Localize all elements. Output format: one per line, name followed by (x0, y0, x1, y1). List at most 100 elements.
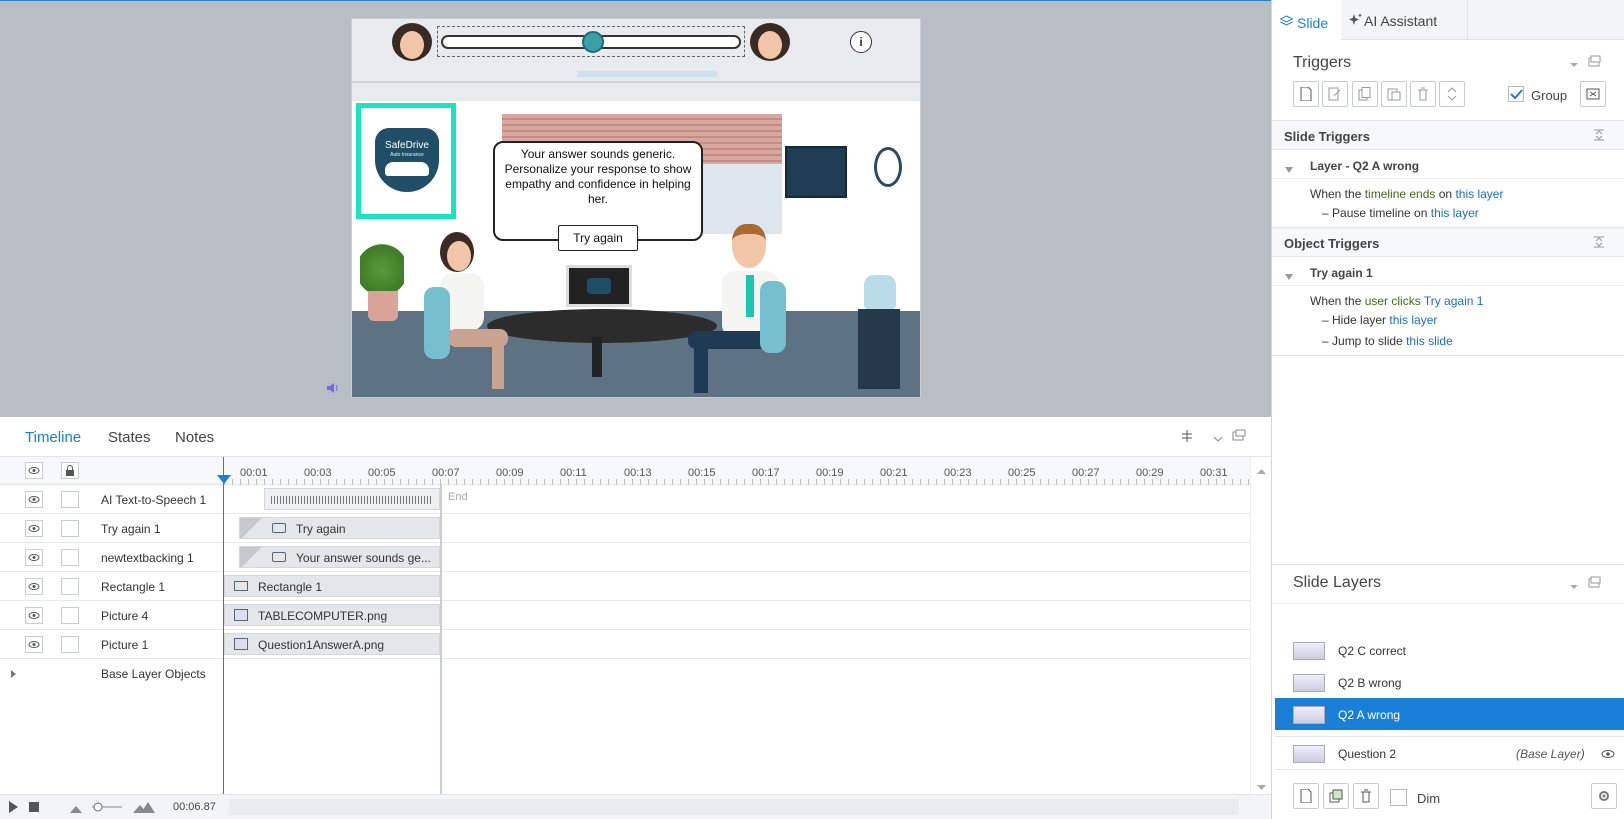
vertical-scrollbar[interactable] (1250, 457, 1271, 794)
layer-settings-button[interactable] (1591, 783, 1617, 809)
table-top (487, 309, 717, 343)
tab-states[interactable]: States (108, 429, 151, 446)
object-bar[interactable]: Rectangle 1 (224, 575, 440, 597)
duplicate-layer-button[interactable] (1323, 783, 1349, 809)
eye-icon[interactable] (25, 578, 43, 595)
base-layer-item[interactable]: Question 2 (Base Layer) (1275, 736, 1624, 770)
ruler-label: 00:03 (304, 467, 332, 479)
audio-waveform-bar[interactable] (264, 488, 440, 510)
try-again-button[interactable]: Try again (558, 225, 638, 251)
delete-layer-button[interactable] (1353, 783, 1379, 809)
slider-thumb[interactable] (582, 31, 604, 53)
play-icon[interactable] (9, 801, 18, 816)
ruler-label: 00:29 (1136, 467, 1164, 479)
timeline-options-icon[interactable] (1180, 429, 1194, 443)
eye-icon[interactable] (25, 549, 43, 566)
layer-trigger-group[interactable]: Layer - Q2 A wrong (1272, 151, 1624, 179)
chevron-down-icon[interactable] (1569, 580, 1579, 594)
collapse-icon[interactable] (1594, 236, 1604, 251)
progress-slider-frame[interactable] (437, 26, 745, 57)
zoom-slider[interactable] (92, 801, 122, 813)
scroll-up-icon[interactable] (1257, 463, 1266, 477)
zoom-out-icon[interactable] (70, 802, 82, 816)
horizontal-scrollbar[interactable] (229, 799, 1239, 815)
eye-icon[interactable] (25, 520, 43, 537)
timeline-row[interactable]: Try again 1 Try again (0, 514, 1250, 543)
time-ruler[interactable]: 00:01 00:03 00:05 00:07 00:09 00:11 00:1… (224, 457, 1250, 485)
new-layer-button[interactable] (1293, 783, 1319, 809)
volume-icon[interactable] (326, 381, 340, 395)
eye-icon[interactable] (25, 607, 43, 624)
end-marker-line[interactable] (440, 485, 442, 794)
car-icon (385, 162, 429, 176)
object-bar[interactable]: Question1AnswerA.png (224, 633, 440, 655)
object-triggers-header[interactable]: Object Triggers (1272, 227, 1624, 257)
chevron-down-icon[interactable] (1285, 162, 1293, 176)
timeline-row[interactable]: Picture 4 TABLECOMPUTER.png (0, 601, 1250, 630)
trigger-action-2[interactable]: – Hide layer this layer (1322, 313, 1437, 327)
chevron-down-icon[interactable] (1213, 432, 1223, 442)
divider (1272, 603, 1624, 604)
lock-toggle[interactable] (61, 607, 79, 624)
trigger-when-2[interactable]: When the user clicks Try again 1 (1310, 294, 1483, 308)
trigger-action-3[interactable]: – Jump to slide this slide (1322, 334, 1453, 348)
trigger-text: When the (1310, 187, 1365, 201)
timeline-row[interactable]: Picture 1 Question1AnswerA.png (0, 630, 1250, 659)
scroll-down-icon[interactable] (1257, 780, 1266, 794)
slide-triggers-header[interactable]: Slide Triggers (1272, 120, 1624, 150)
base-layer-objects-row[interactable]: Base Layer Objects (0, 659, 224, 688)
timeline-row[interactable]: AI Text-to-Speech 1 End (0, 485, 1250, 514)
lock-toggle[interactable] (61, 578, 79, 595)
ruler-label: 00:31 (1200, 467, 1228, 479)
lock-toggle[interactable] (61, 549, 79, 566)
chevron-right-icon[interactable] (10, 668, 18, 678)
undock-icon[interactable] (1588, 55, 1601, 70)
eye-icon[interactable] (25, 462, 43, 479)
new-trigger-button[interactable] (1293, 81, 1319, 107)
lock-toggle[interactable] (61, 491, 79, 508)
dim-checkbox[interactable] (1390, 789, 1407, 806)
object-bar[interactable]: TABLECOMPUTER.png (224, 604, 440, 626)
layer-thumbnail (1293, 674, 1325, 692)
tab-ai-assistant[interactable]: AI Assistant (1342, 0, 1468, 40)
info-button[interactable]: i (850, 31, 872, 53)
lock-icon[interactable] (61, 462, 79, 479)
edit-trigger-button[interactable] (1322, 81, 1348, 107)
eye-icon[interactable] (1601, 748, 1615, 762)
group-checkbox[interactable] (1508, 86, 1524, 102)
chevron-down-icon[interactable] (1285, 269, 1293, 283)
undock-icon[interactable] (1588, 576, 1601, 591)
layer-item-selected[interactable]: Q2 A wrong (1275, 698, 1624, 730)
trigger-when-1[interactable]: When the timeline ends on this layer (1310, 187, 1503, 201)
tab-slide-label: Slide (1297, 15, 1329, 31)
timeline-row[interactable]: newtextbacking 1 Your answer sounds ge..… (0, 543, 1250, 572)
paste-trigger-button[interactable] (1381, 81, 1407, 107)
delete-trigger-button[interactable] (1410, 81, 1436, 107)
collapse-icon[interactable] (1594, 129, 1604, 144)
variables-button[interactable] (1580, 81, 1606, 107)
tab-timeline[interactable]: Timeline (25, 429, 81, 446)
trigger-action-1[interactable]: – Pause timeline on this layer (1322, 206, 1479, 220)
object-trigger-group[interactable]: Try again 1 (1272, 258, 1624, 286)
move-trigger-button[interactable] (1439, 81, 1465, 107)
layer-item[interactable]: Q2 B wrong (1275, 666, 1624, 698)
chevron-down-icon[interactable] (1569, 58, 1579, 72)
timeline-row[interactable]: Rectangle 1 Rectangle 1 (0, 572, 1250, 601)
tab-slide[interactable]: Slide (1272, 0, 1341, 40)
object-bar[interactable]: Your answer sounds ge... (239, 546, 440, 568)
eye-icon[interactable] (25, 636, 43, 653)
divider (1272, 355, 1624, 356)
stop-icon[interactable] (29, 802, 39, 812)
eye-icon[interactable] (25, 491, 43, 508)
lock-toggle[interactable] (61, 520, 79, 537)
playhead-handle[interactable] (217, 475, 231, 484)
layer-item[interactable]: Q2 C correct (1275, 634, 1624, 666)
object-bar[interactable]: Try again (239, 517, 440, 539)
tab-notes[interactable]: Notes (175, 429, 214, 446)
zoom-in-icon[interactable] (133, 801, 155, 816)
playhead-line[interactable] (223, 457, 224, 794)
undock-icon[interactable] (1232, 429, 1246, 441)
ceiling-light (577, 71, 717, 77)
lock-toggle[interactable] (61, 636, 79, 653)
copy-trigger-button[interactable] (1352, 81, 1378, 107)
